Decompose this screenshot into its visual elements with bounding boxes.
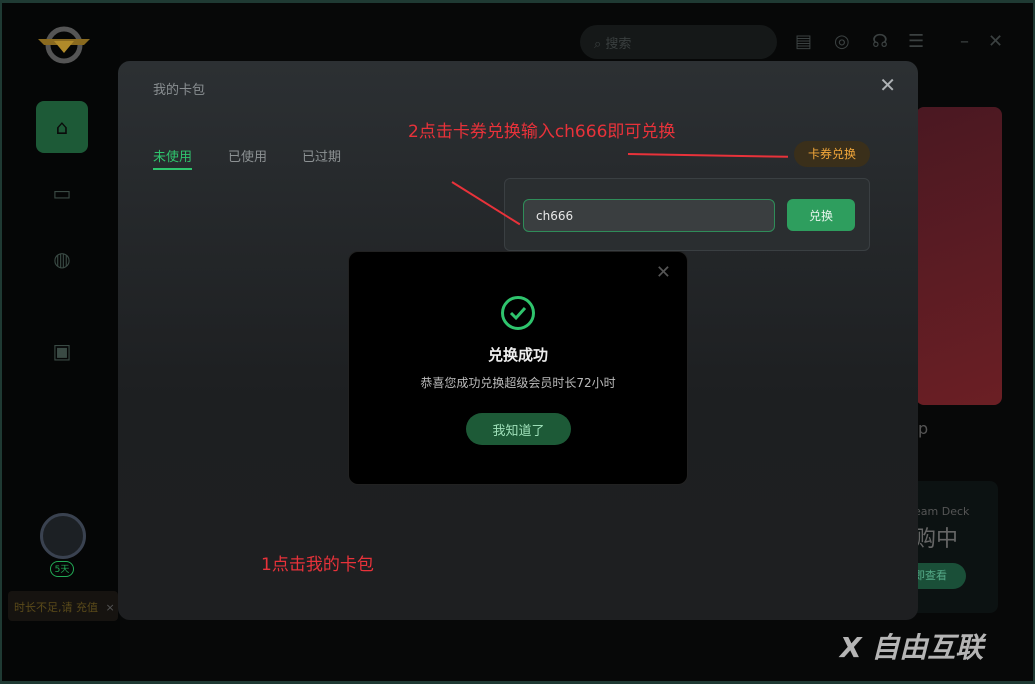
promo-banner[interactable] [916,107,1002,405]
tab-expired[interactable]: 已过期 [302,146,341,165]
redeem-popover: 兑换 [504,178,870,251]
swirl-icon[interactable]: ◎ [834,31,850,52]
card-wallet-dialog: 我的卡包 ✕ 未使用 已使用 已过期 卡券兑换 兑换 ✕ 兑换成功 恭喜您成功兑… [118,61,918,620]
close-icon[interactable]: ✕ [879,73,896,97]
menu-icon[interactable]: ☰ [908,31,924,52]
check-circle-icon [501,296,535,330]
balance-tip: 时长不足,请 充值 × [8,591,118,621]
annotation-step1: 1点击我的卡包 [261,555,374,575]
success-message: 恭喜您成功兑换超级会员时长72小时 [420,376,616,390]
minimize-icon[interactable]: – [960,31,969,52]
dialog-title: 我的卡包 [153,83,206,98]
redeem-code-input[interactable] [523,199,775,232]
sidebar: ⌂ ▭ ◍ ▣ 5天 [2,3,120,681]
search-input[interactable]: ⌕ 搜索 [580,25,777,59]
monitor-icon: ▭ [52,181,72,205]
home-icon: ⌂ [55,115,69,139]
success-dialog: ✕ 兑换成功 恭喜您成功兑换超级会员时长72小时 我知道了 [348,251,688,485]
sidebar-item-monitor[interactable]: ▭ [36,167,88,219]
logo-icon [38,26,90,64]
annotation-arrow [627,153,788,158]
annotation-step2: 2点击卡券兑换输入ch666即可兑换 [408,122,676,142]
sidebar-item-bag[interactable]: ▣ [36,325,88,377]
tab-used[interactable]: 已使用 [228,146,267,165]
avatar-badge: 5天 [50,561,74,577]
watermark: X 自由互联 [840,631,984,664]
gamepad-icon: ◍ [53,247,71,271]
exchange-button[interactable]: 兑换 [787,199,855,231]
sidebar-item-home[interactable]: ⌂ [36,101,88,153]
close-window-icon[interactable]: ✕ [988,31,1003,52]
redeem-coupon-button[interactable]: 卡券兑换 [794,141,870,167]
success-title: 兑换成功 [487,346,548,364]
tab-unused[interactable]: 未使用 [153,146,193,170]
tip-close[interactable]: × [106,601,115,614]
got-it-button[interactable]: 我知道了 [466,413,571,445]
headset-icon[interactable]: ☊ [872,31,888,52]
bag-icon: ▣ [52,339,72,363]
x-logo-icon: X [840,631,862,664]
store-icon[interactable]: ▤ [795,31,812,52]
sidebar-item-games[interactable]: ◍ [36,233,88,285]
avatar[interactable] [40,513,86,559]
search-icon: ⌕ [594,37,602,52]
close-icon[interactable]: ✕ [656,262,671,283]
